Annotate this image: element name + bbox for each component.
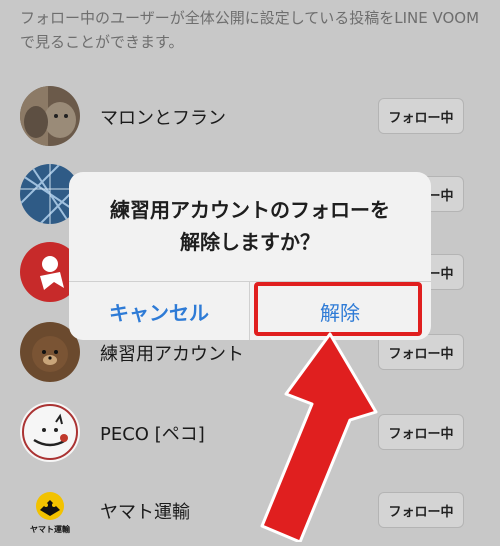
pointer-arrow-icon [260, 332, 378, 542]
